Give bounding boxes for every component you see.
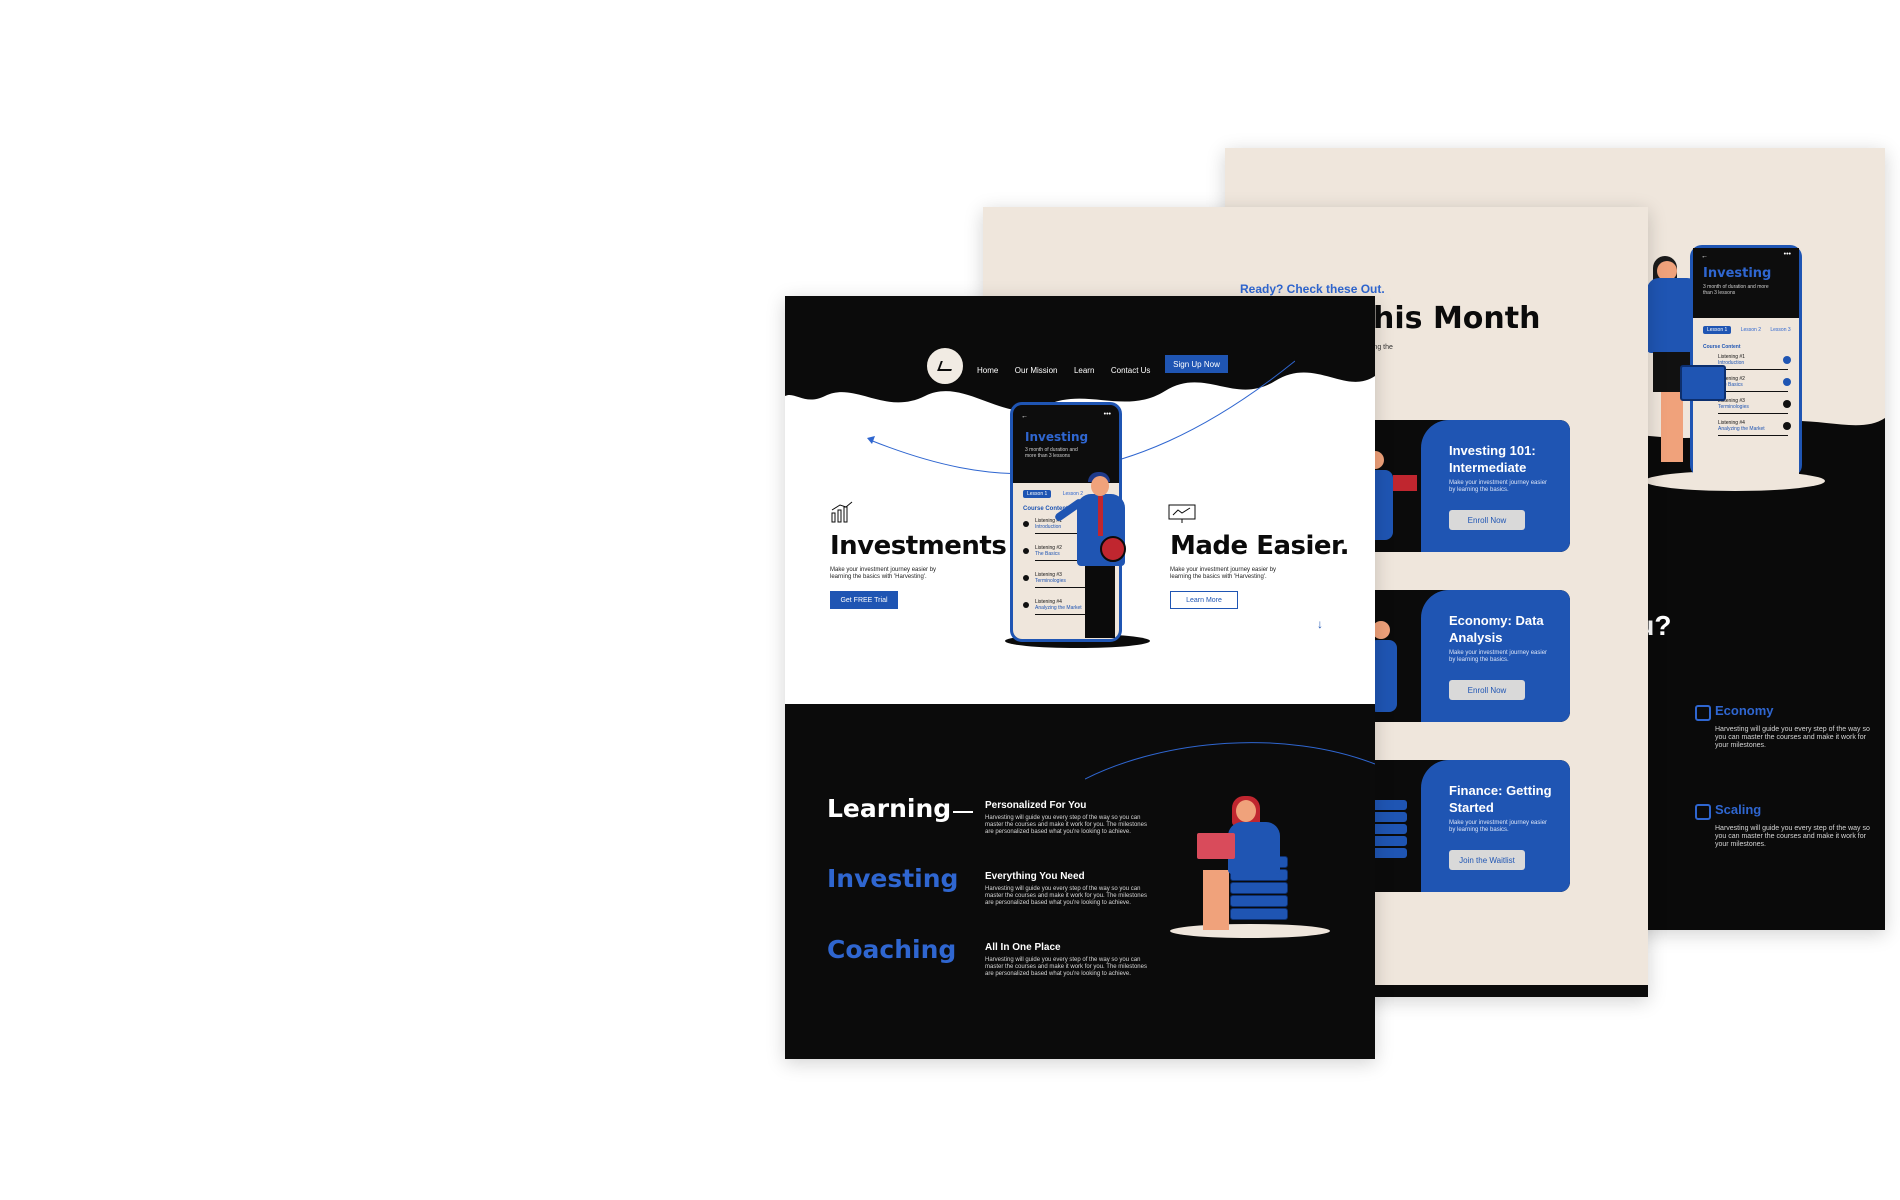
back-arrow-icon: ←	[1701, 253, 1708, 260]
woman-head	[1236, 800, 1256, 822]
mockup-page-1: Home Our Mission Learn Contact Us Sign U…	[785, 296, 1375, 1059]
pillar-learning: Learning	[827, 794, 952, 823]
hero-text: Make your investment journey easier by l…	[830, 567, 937, 580]
lesson-row[interactable]: Listening #2 The Basics	[1718, 376, 1788, 392]
more-icon: •••	[1783, 251, 1791, 258]
bag-illustration	[1680, 365, 1726, 401]
course-title: Economy: Data Analysis	[1449, 613, 1544, 645]
tab-lesson-1[interactable]: Lesson 1	[1023, 490, 1052, 498]
feature-item-scaling[interactable]: Scaling Harvesting will guide you every …	[1695, 802, 1880, 849]
arc-line	[1085, 742, 1375, 780]
free-trial-button[interactable]: Get FREE Trial	[830, 591, 898, 609]
hero-heading-made-easier: Made Easier.	[1170, 531, 1350, 561]
presentation-board-icon	[1168, 504, 1196, 523]
enroll-now-button[interactable]: Enroll Now	[1449, 680, 1525, 700]
tab-lesson-2[interactable]: Lesson 2	[1063, 491, 1083, 497]
nav-our-mission[interactable]: Our Mission	[1015, 366, 1058, 375]
play-icon[interactable]	[1783, 422, 1791, 430]
course-card[interactable]: Finance: Getting Started Make your inves…	[1355, 760, 1570, 892]
play-icon[interactable]	[1783, 378, 1791, 386]
pillar-divider	[953, 811, 973, 813]
section-kicker: Ready? Check these Out.	[1240, 282, 1385, 296]
course-content-label: Course Content	[1703, 344, 1741, 350]
pillar-investing: Investing	[827, 864, 959, 893]
checkbox-icon[interactable]	[1695, 804, 1711, 820]
lesson-bullet-icon	[1023, 548, 1029, 554]
floor-ellipse	[1170, 924, 1330, 938]
enroll-now-button[interactable]: Enroll Now	[1449, 510, 1525, 530]
brand-logo[interactable]	[925, 346, 965, 386]
hero-right: Made Easier. Make your investment journe…	[1170, 531, 1350, 609]
dollar-coin-icon	[1100, 536, 1126, 562]
section-title: his Month	[1373, 301, 1541, 336]
course-card[interactable]: Investing 101: Intermediate Make your in…	[1355, 420, 1570, 552]
course-text: Make your investment journey easier by l…	[1449, 820, 1548, 833]
woman-legs	[1203, 870, 1229, 930]
phone-title: Investing	[1703, 266, 1772, 281]
man-head	[1091, 476, 1109, 496]
man-tie	[1098, 496, 1103, 536]
feature-item-economy[interactable]: Economy Harvesting will guide you every …	[1695, 703, 1880, 750]
man-legs	[1085, 564, 1115, 638]
phone-subtitle: 3 month of duration and more than 3 less…	[1025, 447, 1078, 459]
feature-block: Personalized For You Harvesting will gui…	[985, 800, 1147, 835]
hero-left: Investments Make your investment journey…	[830, 531, 1007, 609]
feature-block: All In One Place Harvesting will guide y…	[985, 942, 1147, 977]
growth-chart-icon	[831, 501, 853, 523]
learn-more-button[interactable]: Learn More	[1170, 591, 1238, 609]
back-arrow-icon: ←	[1021, 413, 1028, 420]
lesson-row[interactable]: Listening #1 Introduction	[1718, 354, 1788, 370]
course-card[interactable]: Economy: Data Analysis Make your investm…	[1355, 590, 1570, 722]
woman-legs	[1661, 392, 1683, 462]
hero-heading-investments: Investments	[830, 531, 1007, 561]
feature-block: Everything You Need Harvesting will guid…	[985, 871, 1147, 906]
sign-up-button[interactable]: Sign Up Now	[1165, 355, 1228, 373]
nav-home[interactable]: Home	[977, 366, 998, 375]
woman-jacket	[1228, 822, 1280, 874]
lesson-row[interactable]: Listening #4 Analyzing the Market	[1718, 420, 1788, 436]
phone-mockup: ← ••• Investing 3 month of duration and …	[1690, 245, 1802, 477]
scroll-down-arrow-icon[interactable]: ↓	[1317, 617, 1323, 631]
nav-contact-us[interactable]: Contact Us	[1111, 366, 1151, 375]
course-text: Make your investment journey easier by l…	[1449, 650, 1548, 663]
main-nav: Home Our Mission Learn Contact Us	[977, 360, 1162, 378]
hero-text: Make your investment journey easier by l…	[1170, 567, 1277, 580]
laptop-illustration	[1197, 833, 1235, 859]
lesson-bullet-icon	[1023, 521, 1029, 527]
course-title: Finance: Getting Started	[1449, 783, 1552, 815]
pillar-coaching: Coaching	[827, 935, 957, 964]
play-icon[interactable]	[1783, 400, 1791, 408]
lesson-row[interactable]: Listening #3 Terminologies	[1718, 398, 1788, 414]
tab-lesson-2[interactable]: Lesson 2	[1741, 327, 1761, 333]
course-text: Make your investment journey easier by l…	[1449, 480, 1548, 493]
tab-lesson-3[interactable]: Lesson 3	[1770, 327, 1790, 333]
phone-subtitle: 3 month of duration and more than 3 less…	[1703, 284, 1769, 296]
nav-learn[interactable]: Learn	[1074, 366, 1094, 375]
join-waitlist-button[interactable]: Join the Waitlist	[1449, 850, 1525, 870]
logo-chart-icon	[937, 361, 955, 371]
course-title: Investing 101: Intermediate	[1449, 443, 1536, 475]
tab-lesson-1[interactable]: Lesson 1	[1703, 326, 1732, 334]
phone-title: Investing	[1025, 430, 1089, 444]
phone-tabs: Lesson 1 Lesson 2 Lesson 3	[1703, 326, 1799, 334]
lesson-bullet-icon	[1023, 575, 1029, 581]
play-icon[interactable]	[1783, 356, 1791, 364]
lesson-bullet-icon	[1023, 602, 1029, 608]
more-icon: •••	[1103, 411, 1111, 418]
checkbox-icon[interactable]	[1695, 705, 1711, 721]
